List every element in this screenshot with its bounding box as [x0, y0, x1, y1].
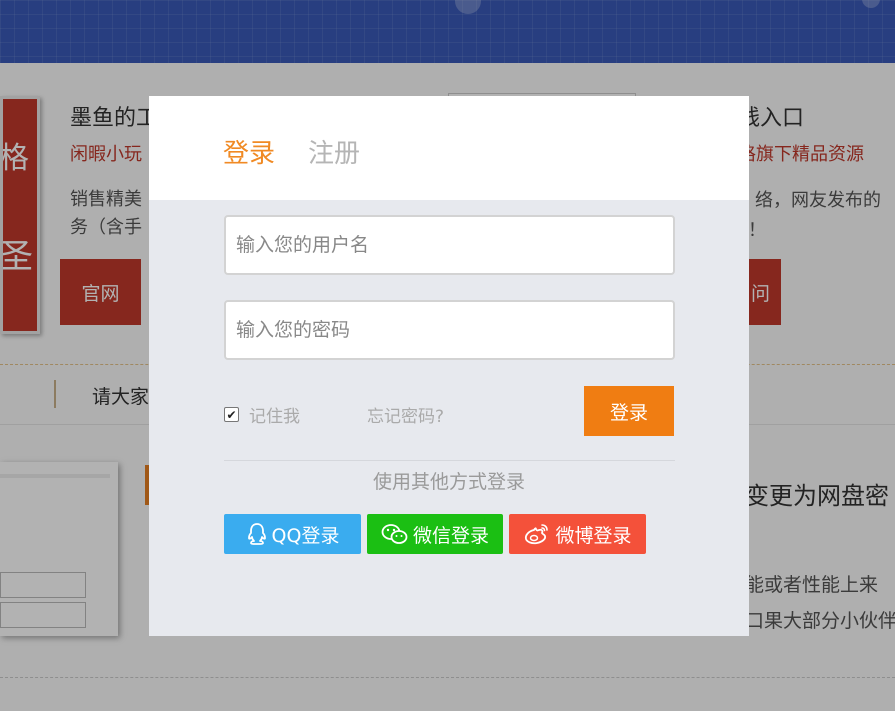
- qq-icon: [247, 523, 266, 545]
- tab-login[interactable]: 登录: [223, 133, 275, 170]
- modal-header: 登录 注册: [149, 96, 749, 200]
- remember-me[interactable]: ✔ 记住我: [224, 402, 300, 427]
- weibo-icon: [525, 524, 549, 545]
- login-modal: 登录 注册 ✔ 记住我 忘记密码? 登录 使用其他方式登录 QQ登录 微信登录 …: [149, 96, 749, 636]
- tab-register[interactable]: 注册: [308, 133, 360, 170]
- qq-login-label: QQ登录: [271, 524, 340, 547]
- wechat-login-label: 微信登录: [412, 524, 489, 547]
- weibo-login-button[interactable]: 微博登录: [509, 514, 646, 554]
- forgot-password-link[interactable]: 忘记密码?: [367, 402, 444, 427]
- username-input[interactable]: [224, 215, 675, 275]
- login-button[interactable]: 登录: [584, 386, 674, 436]
- other-login-label: 使用其他方式登录: [372, 471, 525, 493]
- qq-login-button[interactable]: QQ登录: [224, 514, 361, 554]
- wechat-login-button[interactable]: 微信登录: [367, 514, 503, 554]
- weibo-login-label: 微博登录: [555, 524, 632, 547]
- remember-label[interactable]: 记住我: [249, 402, 300, 427]
- remember-checkbox[interactable]: ✔: [224, 407, 239, 422]
- password-input[interactable]: [224, 300, 675, 360]
- divider: [224, 460, 675, 461]
- wechat-icon: [381, 524, 408, 544]
